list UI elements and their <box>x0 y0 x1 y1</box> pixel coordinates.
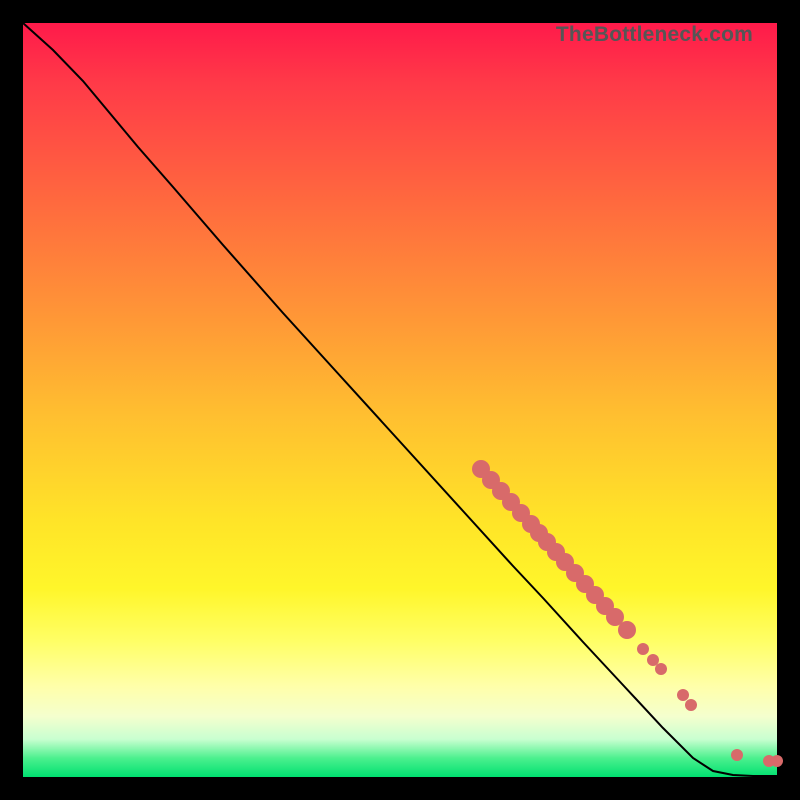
curve-marker <box>771 755 783 767</box>
curve-marker <box>618 621 636 639</box>
chart-svg <box>23 23 777 777</box>
curve-marker <box>647 654 659 666</box>
curve-marker <box>677 689 689 701</box>
bottleneck-curve <box>23 23 777 776</box>
curve-marker <box>655 663 667 675</box>
chart-frame: TheBottleneck.com <box>0 0 800 800</box>
plot-area: TheBottleneck.com <box>23 23 777 777</box>
curve-marker <box>731 749 743 761</box>
curve-marker <box>685 699 697 711</box>
curve-markers <box>472 460 783 767</box>
curve-marker <box>637 643 649 655</box>
